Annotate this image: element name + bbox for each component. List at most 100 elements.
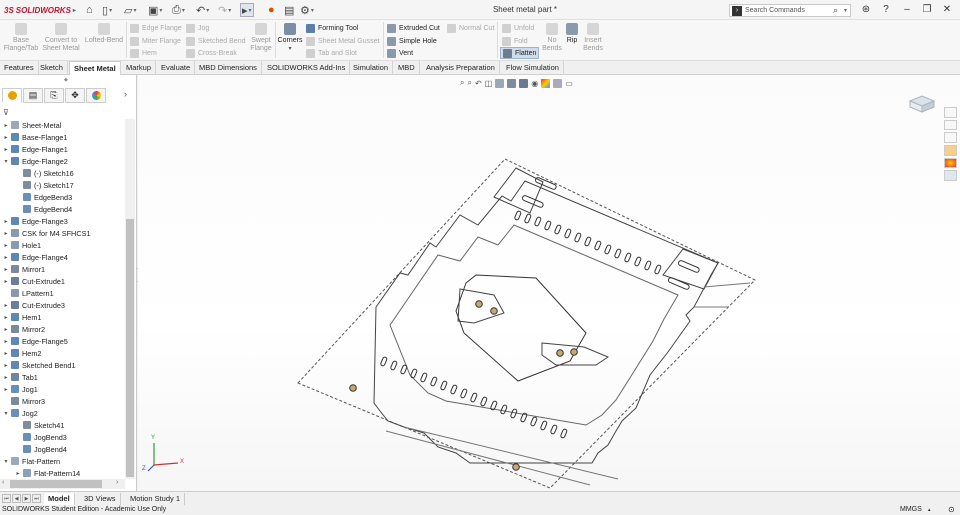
- tree-item[interactable]: ▾ Edge-Flange2: [2, 155, 67, 167]
- feature-manager-tab[interactable]: [2, 88, 22, 103]
- undo-icon[interactable]: ↶ ▾: [196, 3, 209, 17]
- tree-item[interactable]: JogBend3: [14, 431, 67, 443]
- simple-hole-button[interactable]: Simple Hole: [387, 36, 437, 47]
- prev-tab-icon[interactable]: ◀: [12, 494, 21, 503]
- expand-toggle-icon[interactable]: ▸: [2, 218, 10, 225]
- expand-toggle-icon[interactable]: ▸: [2, 266, 10, 273]
- edge-flange-button[interactable]: Edge Flange: [130, 23, 182, 34]
- fold-button[interactable]: Fold: [502, 36, 528, 47]
- expand-toggle-icon[interactable]: ▸: [2, 254, 10, 261]
- tree-item[interactable]: ▾ Flat-Pattern: [2, 455, 60, 467]
- expand-toggle-icon[interactable]: ▸: [2, 146, 10, 153]
- panel-expand-icon[interactable]: ›: [124, 89, 127, 99]
- tab-markup[interactable]: Markup: [122, 61, 157, 75]
- tab-simulation[interactable]: Simulation: [349, 61, 394, 75]
- tree-item[interactable]: (-) Sketch16: [14, 167, 74, 179]
- tree-item[interactable]: ▸ Mirror2: [2, 323, 45, 335]
- flatten-button[interactable]: Flatten: [500, 47, 540, 59]
- tree-item[interactable]: ▸ Mirror1: [2, 263, 45, 275]
- tree-item[interactable]: ▸ Sketched Bend1: [2, 359, 75, 371]
- tree-item[interactable]: ▸ Hem2: [2, 347, 41, 359]
- hem-button[interactable]: Hem: [130, 48, 157, 59]
- unfold-button[interactable]: Unfold: [502, 23, 534, 34]
- tree-item[interactable]: ▸ Cut-Extrude3: [2, 299, 65, 311]
- tab-features[interactable]: Features: [0, 61, 39, 75]
- extruded-cut-button[interactable]: Extruded Cut: [387, 23, 440, 34]
- options-icon[interactable]: ⚙ ▾: [300, 3, 314, 17]
- search-commands-input[interactable]: › Search Commands ⌕ ▾: [729, 4, 851, 17]
- search-dropdown-icon[interactable]: ▾: [844, 7, 847, 14]
- expand-toggle-icon[interactable]: ▸: [2, 122, 10, 129]
- tree-item[interactable]: ▸ Edge-Flange3: [2, 215, 67, 227]
- expand-icon[interactable]: ⊛: [859, 3, 873, 17]
- tree-item[interactable]: EdgeBend4: [14, 203, 72, 215]
- base-flange-button[interactable]: Base Flange/Tab: [4, 23, 38, 53]
- tab-and-slot-button[interactable]: Tab and Slot: [306, 48, 357, 59]
- rebuild-icon[interactable]: ●: [268, 3, 275, 17]
- expand-toggle-icon[interactable]: ▸: [2, 302, 10, 309]
- forming-tool-button[interactable]: Forming Tool: [306, 23, 358, 34]
- tree-item[interactable]: ▸ Edge-Flange5: [2, 335, 67, 347]
- expand-toggle-icon[interactable]: ▸: [2, 242, 10, 249]
- expand-toggle-icon[interactable]: ▸: [2, 314, 10, 321]
- help-icon[interactable]: ?: [879, 3, 893, 17]
- dimxpert-manager-tab[interactable]: ✥: [65, 88, 85, 103]
- tab-mbd-dimensions[interactable]: MBD Dimensions: [195, 61, 262, 75]
- expand-toggle-icon[interactable]: ▸: [2, 338, 10, 345]
- tree-item[interactable]: ▸ Hole1: [2, 239, 41, 251]
- tree-item[interactable]: ▸ Cut-Extrude1: [2, 275, 65, 287]
- scroll-thumb[interactable]: [10, 480, 102, 488]
- lofted-bend-button[interactable]: Lofted-Bend: [84, 23, 124, 45]
- sketched-bend-button[interactable]: Sketched Bend: [186, 36, 245, 47]
- tab-analysis-preparation[interactable]: Analysis Preparation: [422, 61, 500, 75]
- expand-toggle-icon[interactable]: ▸: [2, 374, 10, 381]
- expand-toggle-icon[interactable]: ▸: [2, 278, 10, 285]
- tree-item[interactable]: ▸ Jog1: [2, 383, 37, 395]
- first-tab-icon[interactable]: ⏮: [2, 494, 11, 503]
- scroll-right-icon[interactable]: ›: [116, 479, 118, 486]
- jog-button[interactable]: Jog: [186, 23, 209, 34]
- expand-toggle-icon[interactable]: ▾: [2, 458, 10, 465]
- tab-sheet-metal[interactable]: Sheet Metal: [69, 61, 121, 75]
- tree-item[interactable]: ▸ Hem1: [2, 311, 41, 323]
- save-icon[interactable]: ▣ ▾: [148, 3, 162, 17]
- expand-toggle-icon[interactable]: ▾: [2, 410, 10, 417]
- tree-item[interactable]: ▸ Edge-Flange1: [2, 143, 67, 155]
- tree-item[interactable]: ▸ Flat-Pattern14: [14, 467, 80, 477]
- tree-item[interactable]: ▾ Jog2: [2, 407, 37, 419]
- expand-toggle-icon[interactable]: ▾: [2, 158, 10, 165]
- expand-toggle-icon[interactable]: ▸: [2, 350, 10, 357]
- sheet-metal-gusset-button[interactable]: Sheet Metal Gusset: [306, 36, 379, 47]
- home-icon[interactable]: ⌂: [86, 3, 93, 17]
- unit-system[interactable]: MMGS: [900, 505, 922, 515]
- search-icon[interactable]: ⌕: [833, 5, 838, 16]
- tree-item[interactable]: ▸ Edge-Flange4: [2, 251, 67, 263]
- tree-item[interactable]: (-) Sketch17: [14, 179, 74, 191]
- tree-item[interactable]: ▸ CSK for M4 SFHCS1: [2, 227, 90, 239]
- print-icon[interactable]: ⎙ ▾: [172, 3, 185, 17]
- configuration-manager-tab[interactable]: ⎘: [44, 88, 64, 103]
- tree-item[interactable]: Mirror3: [2, 395, 45, 407]
- redo-icon[interactable]: ↷ ▾: [218, 3, 231, 17]
- tree-item[interactable]: EdgeBend3: [14, 191, 72, 203]
- tab-sketch[interactable]: Sketch: [36, 61, 68, 75]
- expand-toggle-icon[interactable]: ▸: [2, 134, 10, 141]
- swept-flange-button[interactable]: Swept Flange: [248, 23, 274, 53]
- tree-item[interactable]: ▸ Base-Flange1: [2, 131, 67, 143]
- tree-horizontal-scrollbar[interactable]: ‹ ›: [0, 479, 125, 489]
- miter-flange-button[interactable]: Miter Flange: [130, 36, 181, 47]
- filter-icon[interactable]: ⊽: [3, 108, 9, 117]
- normal-cut-button[interactable]: Normal Cut: [447, 23, 494, 34]
- last-tab-icon[interactable]: ⏭: [32, 494, 41, 503]
- next-tab-icon[interactable]: ▶: [22, 494, 31, 503]
- panel-collapse-handle[interactable]: ◆: [64, 77, 68, 83]
- tab-3d-views[interactable]: 3D Views: [80, 493, 121, 505]
- corners-button[interactable]: Corners ▾: [277, 23, 303, 53]
- tree-item[interactable]: ▸ Tab1: [2, 371, 37, 383]
- graphics-area[interactable]: ⌕ ⌕ ↶ ◫ ◉ ▭ Y X Z: [138, 75, 960, 491]
- expand-toggle-icon[interactable]: ▸: [2, 326, 10, 333]
- tab-solidworks-add-ins[interactable]: SOLIDWORKS Add-Ins: [263, 61, 351, 75]
- cross-break-button[interactable]: Cross-Break: [186, 48, 237, 59]
- unit-dropdown-icon[interactable]: ▴: [928, 505, 931, 515]
- expand-toggle-icon[interactable]: ▸: [14, 470, 22, 477]
